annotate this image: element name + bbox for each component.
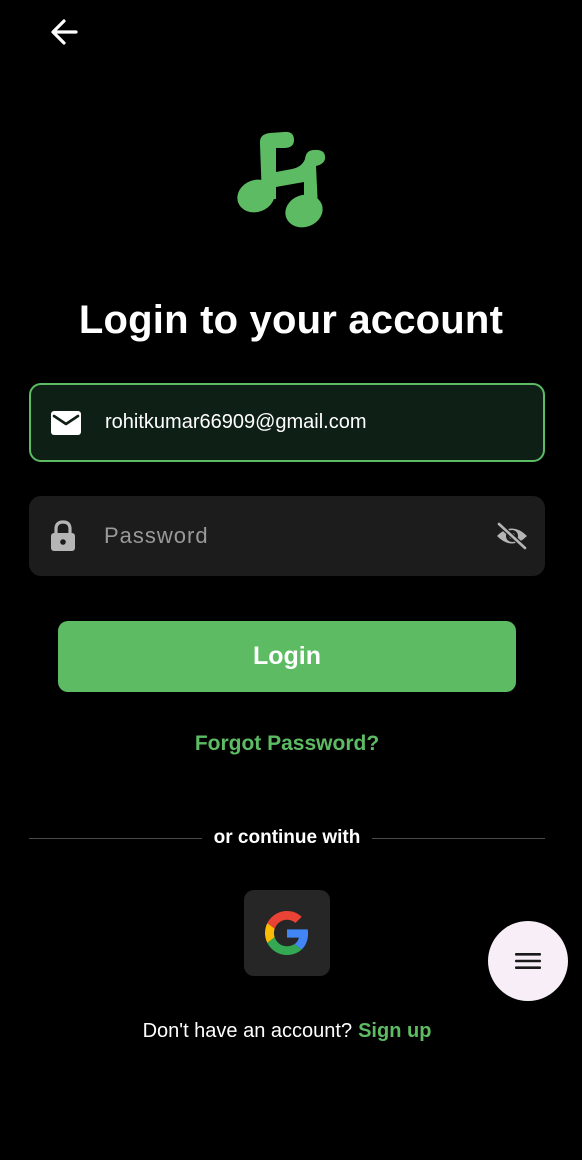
signup-link[interactable]: Sign up (358, 1020, 431, 1042)
google-icon (265, 911, 309, 955)
divider: or continue with (29, 826, 545, 850)
page-title: Login to your account (78, 298, 504, 342)
password-input[interactable] (104, 523, 464, 549)
email-input[interactable] (105, 411, 505, 434)
password-field[interactable] (29, 496, 545, 576)
divider-text: or continue with (213, 827, 361, 848)
music-note-icon (237, 131, 326, 228)
eye-off-icon[interactable] (495, 520, 529, 552)
email-field[interactable] (29, 383, 545, 462)
back-button[interactable] (44, 14, 84, 50)
mail-icon (49, 410, 83, 436)
divider-line-right (372, 837, 545, 839)
menu-icon (515, 953, 541, 969)
signup-row: Don't have an account? Sign up (0, 1020, 574, 1043)
google-login-button[interactable] (244, 890, 330, 976)
forgot-password-link[interactable]: Forgot Password? (0, 732, 574, 756)
divider-line-left (29, 837, 202, 839)
signup-prompt: Don't have an account? (142, 1020, 353, 1042)
arrow-left-icon (51, 19, 78, 45)
lock-icon (46, 520, 80, 552)
login-button[interactable]: Login (58, 621, 516, 692)
menu-fab[interactable] (488, 921, 568, 1001)
